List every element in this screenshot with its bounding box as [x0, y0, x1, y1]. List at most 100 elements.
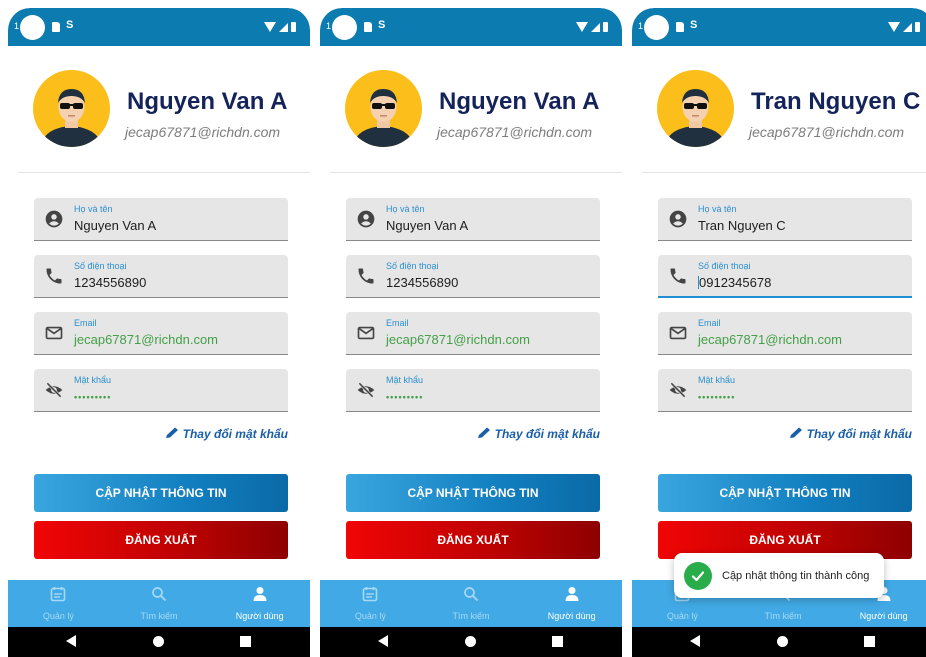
- check-circle-icon: [684, 561, 712, 590]
- sd-card-icon: [52, 22, 60, 32]
- home-icon[interactable]: [777, 636, 788, 647]
- phone-value: 0912345678: [699, 275, 772, 290]
- pencil-icon: [478, 427, 491, 438]
- camera-cutout: [20, 15, 45, 40]
- update-info-button[interactable]: CẬP NHẬT THÔNG TIN: [34, 474, 288, 512]
- phone-label: Số điện thoại: [74, 261, 127, 271]
- full-name-label: Họ và tên: [698, 204, 737, 214]
- nav-user[interactable]: Người dùng: [209, 580, 310, 627]
- nav-manage-label: Quản lý: [354, 611, 386, 621]
- recents-icon[interactable]: [864, 636, 875, 647]
- back-icon[interactable]: [66, 635, 76, 647]
- phone-screen-1: 1 S Nguyen Van A jecap67871@richdn.com H…: [8, 8, 310, 657]
- change-password-link[interactable]: Thay đổi mật khẩu: [477, 427, 600, 441]
- phone-icon: [358, 268, 374, 284]
- profile-header: Nguyen Van A jecap67871@richdn.com: [345, 70, 612, 150]
- nav-manage[interactable]: Quản lý: [8, 580, 109, 627]
- pencil-icon: [790, 427, 803, 438]
- nav-user-label: Người dùng: [235, 611, 284, 621]
- signal-icon: [591, 22, 600, 32]
- wifi-icon: [264, 22, 276, 32]
- avatar-person-icon: [41, 89, 102, 147]
- nav-manage[interactable]: Quản lý: [320, 580, 421, 627]
- update-info-button[interactable]: CẬP NHẬT THÔNG TIN: [346, 474, 600, 512]
- home-icon[interactable]: [465, 636, 476, 647]
- nav-user-label: Người dùng: [547, 611, 596, 621]
- nav-search[interactable]: Tìm kiếm: [109, 580, 210, 627]
- profile-header: Nguyen Van A jecap67871@richdn.com: [33, 70, 300, 150]
- nav-search-label: Tìm kiếm: [452, 611, 490, 621]
- profile-email: jecap67871@richdn.com: [437, 124, 593, 140]
- email-field[interactable]: Email jecap67871@richdn.com: [346, 312, 600, 355]
- divider: [18, 172, 310, 173]
- nav-user[interactable]: Người dùng: [521, 580, 622, 627]
- phone-field[interactable]: Số điện thoại 1234556890: [346, 255, 600, 298]
- full-name-field[interactable]: Họ và tên Tran Nguyen C: [658, 198, 912, 241]
- phone-input[interactable]: 0912345678: [698, 275, 771, 290]
- full-name-field[interactable]: Họ và tên Nguyen Van A: [34, 198, 288, 241]
- full-name-value: Nguyen Van A: [74, 218, 157, 233]
- mail-icon: [357, 326, 375, 340]
- full-name-value: Nguyen Van A: [386, 218, 469, 233]
- home-icon[interactable]: [153, 636, 164, 647]
- system-navigation-bar: [632, 627, 926, 657]
- password-label: Mật khẩu: [74, 375, 112, 385]
- bottom-navigation: Quản lý Tìm kiếm Người dùng: [320, 580, 622, 627]
- password-field[interactable]: Mật khẩu •••••••••: [34, 369, 288, 412]
- password-field[interactable]: Mật khẩu •••••••••: [658, 369, 912, 412]
- change-password-label: Thay đổi mật khẩu: [806, 427, 912, 441]
- camera-cutout: [332, 15, 357, 40]
- battery-icon: [603, 22, 608, 32]
- status-s-icon: S: [66, 19, 74, 31]
- update-info-button[interactable]: CẬP NHẬT THÔNG TIN: [658, 474, 912, 512]
- profile-name: Nguyen Van A: [127, 88, 288, 115]
- battery-icon: [915, 22, 920, 32]
- search-icon: [464, 587, 479, 602]
- status-number: 1: [14, 21, 20, 31]
- profile-name: Nguyen Van A: [439, 88, 600, 115]
- email-field[interactable]: Email jecap67871@richdn.com: [658, 312, 912, 355]
- avatar: [657, 70, 734, 147]
- phone-value: 1234556890: [386, 275, 459, 290]
- nav-search-label: Tìm kiếm: [764, 611, 802, 621]
- signal-icon: [279, 22, 288, 32]
- nav-manage-label: Quản lý: [666, 611, 698, 621]
- nav-search-label: Tìm kiếm: [140, 611, 178, 621]
- account-circle-icon: [357, 210, 375, 228]
- change-password-label: Thay đổi mật khẩu: [494, 427, 600, 441]
- wifi-icon: [576, 22, 588, 32]
- camera-cutout: [644, 15, 669, 40]
- email-field[interactable]: Email jecap67871@richdn.com: [34, 312, 288, 355]
- email-value: jecap67871@richdn.com: [386, 332, 531, 347]
- password-value: •••••••••: [386, 392, 424, 402]
- back-icon[interactable]: [378, 635, 388, 647]
- avatar: [345, 70, 422, 147]
- full-name-field[interactable]: Họ và tên Nguyen Van A: [346, 198, 600, 241]
- calendar-icon: [51, 587, 66, 602]
- logout-button[interactable]: ĐĂNG XUẤT: [346, 521, 600, 559]
- phone-field[interactable]: Số điện thoại 0912345678: [658, 255, 912, 298]
- phone-icon: [670, 268, 686, 284]
- system-navigation-bar: [8, 627, 310, 657]
- password-field[interactable]: Mật khẩu •••••••••: [346, 369, 600, 412]
- email-label: Email: [386, 318, 409, 328]
- password-value: •••••••••: [698, 392, 736, 402]
- full-name-value: Tran Nguyen C: [698, 218, 786, 233]
- recents-icon[interactable]: [552, 636, 563, 647]
- toast-message: Cập nhật thông tin thành công: [722, 569, 870, 582]
- change-password-link[interactable]: Thay đổi mật khẩu: [165, 427, 288, 441]
- nav-manage-label: Quản lý: [42, 611, 74, 621]
- eye-off-icon: [669, 382, 687, 398]
- calendar-icon: [363, 587, 378, 602]
- profile-email: jecap67871@richdn.com: [749, 124, 905, 140]
- back-icon[interactable]: [690, 635, 700, 647]
- person-icon: [253, 587, 267, 601]
- divider: [330, 172, 622, 173]
- change-password-link[interactable]: Thay đổi mật khẩu: [789, 427, 912, 441]
- phone-field[interactable]: Số điện thoại 1234556890: [34, 255, 288, 298]
- nav-search[interactable]: Tìm kiếm: [421, 580, 522, 627]
- full-name-label: Họ và tên: [386, 204, 425, 214]
- logout-button[interactable]: ĐĂNG XUẤT: [34, 521, 288, 559]
- recents-icon[interactable]: [240, 636, 251, 647]
- avatar: [33, 70, 110, 147]
